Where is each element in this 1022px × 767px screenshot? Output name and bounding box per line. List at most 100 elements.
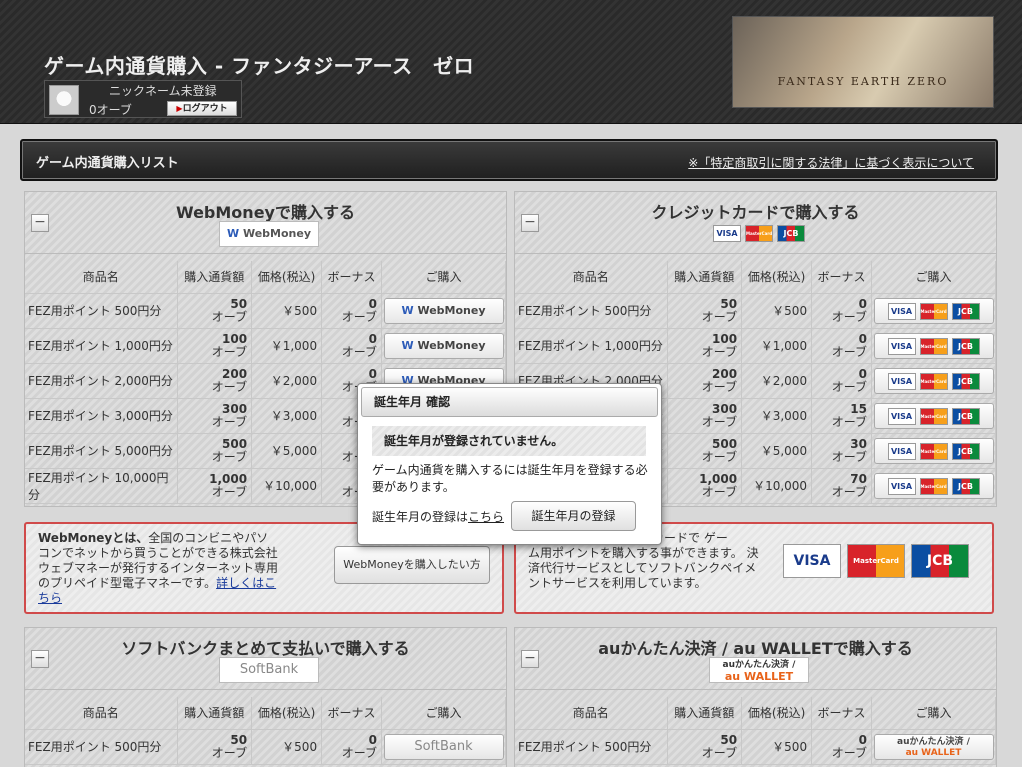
credit-buy-button[interactable]: VISA MasterCard JCB xyxy=(873,297,994,324)
page-title: ゲーム内通貨購入 - ファンタジーアース ゼロ xyxy=(44,54,475,78)
law-notice-link[interactable]: ※「特定商取引に関する法律」に基づく表示について xyxy=(688,154,974,171)
col-buy: ご購入 xyxy=(381,697,506,730)
logout-button[interactable]: ▶ログアウト xyxy=(167,101,237,116)
panel-header: − WebMoneyで購入する W WebMoney xyxy=(25,192,506,254)
bonus: 0オーブ xyxy=(321,729,382,765)
purchase-amount: 100 オーブ xyxy=(667,328,743,364)
credit-buy-button[interactable]: VISA MasterCard JCB xyxy=(873,437,994,464)
visa-icon: VISA xyxy=(887,372,916,390)
webmoney-buy-button[interactable]: W WebMoney xyxy=(383,332,504,359)
product-name: FEZ用ポイント 10,000円分 xyxy=(25,468,178,504)
col-name: 商品名 xyxy=(25,697,178,730)
purchase-amount: 100 オーブ xyxy=(177,328,253,364)
webmoney-info-text: WebMoneyとは、全国のコンビニやパソコンでネットから買うことができる株式会… xyxy=(38,531,279,605)
visa-icon: VISA xyxy=(887,477,916,495)
price: ￥5,000 xyxy=(741,433,813,469)
mastercard-icon: MasterCard xyxy=(847,544,905,578)
table-row: FEZ用ポイント 500円分 50 オーブ ￥500 0 オーブ auかんたん決済 / au … xyxy=(515,729,996,765)
purchase-list-title: ゲーム内通貨購入リスト xyxy=(36,156,179,171)
price: ￥3,000 xyxy=(251,398,323,434)
col-bonus: ボーナス xyxy=(321,697,382,730)
game-banner[interactable]: FANTASY EARTH ZERO xyxy=(732,16,994,108)
panel-title: WebMoneyで購入する xyxy=(176,203,355,222)
buy-cell: VISA MasterCard JCB xyxy=(871,468,996,504)
bonus: 15 オーブ xyxy=(811,398,872,434)
mastercard-icon: MasterCard xyxy=(745,225,773,242)
bonus: 30 オーブ xyxy=(811,433,872,469)
user-box: ニックネーム未登録 0オーブ ▶ログアウト xyxy=(44,80,242,118)
price: ￥500 xyxy=(251,293,323,329)
bonus: 0オーブ xyxy=(321,293,382,329)
price: ￥10,000 xyxy=(741,468,813,504)
purchase-amount: 300 オーブ xyxy=(667,398,743,434)
mastercard-icon: MasterCard xyxy=(919,477,948,495)
buy-cell: VISA MasterCard JCB xyxy=(871,363,996,399)
purchase-amount: 500 オーブ xyxy=(667,433,743,469)
bonus: 70 オーブ xyxy=(811,468,872,504)
register-birthdate-button[interactable]: 誕生年月の登録 xyxy=(511,501,636,531)
panel-header: − auかんたん決済 / au WALLETで購入する auかんたん決済 / au… xyxy=(515,628,996,690)
visa-icon: VISA xyxy=(783,544,841,578)
table-header-row: 商品名 購入通貨額 価格(税込) ボーナス ご購入 xyxy=(25,261,506,294)
au-logo: auかんたん決済 / au WALLET xyxy=(709,657,809,683)
credit-buy-button[interactable]: VISA MasterCard JCB xyxy=(873,367,994,394)
webmoney-buy-button[interactable]: W WebMoney xyxy=(383,297,504,324)
card-logos: VISA MasterCard JCB xyxy=(711,221,807,242)
visa-icon: VISA xyxy=(887,442,916,460)
buy-cell: VISA MasterCard JCB xyxy=(871,293,996,329)
register-link[interactable]: こちら xyxy=(468,510,504,524)
col-buy: ご購入 xyxy=(381,261,506,294)
bonus: 0オーブ xyxy=(811,293,872,329)
col-price: 価格(税込) xyxy=(251,697,323,730)
jcb-icon: JCB xyxy=(951,407,980,425)
col-bonus: ボーナス xyxy=(811,697,872,730)
jcb-icon: JCB xyxy=(911,544,969,578)
buy-webmoney-button[interactable]: WebMoneyを購入したい方 xyxy=(334,546,490,584)
softbank-table: 商品名 購入通貨額 価格(税込) ボーナス ご購入 FEZ用ポイント 500円分… xyxy=(25,697,506,765)
price: ￥1,000 xyxy=(251,328,323,364)
price: ￥2,000 xyxy=(741,363,813,399)
purchase-amount: 500 オーブ xyxy=(177,433,253,469)
product-name: FEZ用ポイント 2,000円分 xyxy=(25,363,178,399)
col-price: 価格(税込) xyxy=(741,697,813,730)
table-row: FEZ用ポイント 500円分 50 オーブ ￥500 0 オーブ SoftBank xyxy=(25,729,506,765)
au-table: 商品名 購入通貨額 価格(税込) ボーナス ご購入 FEZ用ポイント 500円分… xyxy=(515,697,996,765)
orb-balance: 0オーブ xyxy=(89,103,132,117)
credit-buy-button[interactable]: VISA MasterCard JCB xyxy=(873,402,994,429)
buy-cell: VISA MasterCard JCB xyxy=(871,433,996,469)
credit-buy-button[interactable]: VISA MasterCard JCB xyxy=(873,472,994,499)
jcb-icon: JCB xyxy=(951,477,980,495)
product-name: FEZ用ポイント 500円分 xyxy=(515,729,668,765)
nickname: ニックネーム未登録 xyxy=(109,84,217,98)
purchase-amount: 1,000 オーブ xyxy=(177,468,253,504)
visa-icon: VISA xyxy=(887,302,916,320)
webmoney-logo: W WebMoney xyxy=(219,221,319,247)
table-row: FEZ用ポイント 1,000円分 100 オーブ ￥1,000 0 オーブ VISA Mast… xyxy=(515,328,996,364)
col-bonus: ボーナス xyxy=(811,261,872,294)
mastercard-icon: MasterCard xyxy=(919,372,948,390)
purchase-amount: 50 オーブ xyxy=(177,729,253,765)
purchase-list-bar: ゲーム内通貨購入リスト ※「特定商取引に関する法律」に基づく表示について xyxy=(20,139,998,181)
panel-title: auかんたん決済 / au WALLETで購入する xyxy=(598,639,913,658)
jcb-icon: JCB xyxy=(951,442,980,460)
table-row: FEZ用ポイント 500円分 50 オーブ ￥500 0 オーブ VISA MasterCar… xyxy=(515,293,996,329)
col-name: 商品名 xyxy=(25,261,178,294)
col-name: 商品名 xyxy=(515,697,668,730)
col-amount: 購入通貨額 xyxy=(667,697,743,730)
au-buy-button[interactable]: auかんたん決済 / au WALLET xyxy=(873,733,994,760)
visa-icon: VISA xyxy=(713,225,741,242)
softbank-logo: SoftBank xyxy=(219,657,319,683)
product-name: FEZ用ポイント 1,000円分 xyxy=(25,328,178,364)
webmoney-w-icon: W xyxy=(401,303,414,317)
purchase-amount: 200 オーブ xyxy=(667,363,743,399)
softbank-buy-button[interactable]: SoftBank xyxy=(383,733,504,760)
softbank-panel: − ソフトバンクまとめて支払いで購入する SoftBank 商品名 購入通貨額 … xyxy=(24,627,507,767)
credit-buy-button[interactable]: VISA MasterCard JCB xyxy=(873,332,994,359)
purchase-amount: 1,000 オーブ xyxy=(667,468,743,504)
table-header-row: 商品名 購入通貨額 価格(税込) ボーナス ご購入 xyxy=(25,697,506,730)
mastercard-icon: MasterCard xyxy=(919,302,948,320)
price: ￥10,000 xyxy=(251,468,323,504)
product-name: FEZ用ポイント 3,000円分 xyxy=(25,398,178,434)
bonus: 0オーブ xyxy=(811,729,872,765)
price: ￥2,000 xyxy=(251,363,323,399)
